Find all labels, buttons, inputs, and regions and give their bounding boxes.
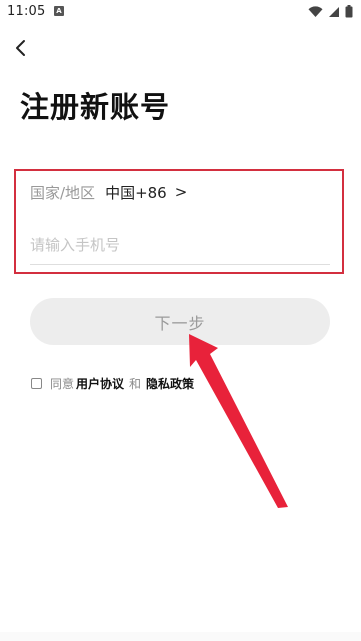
wifi-icon [308,5,323,17]
region-row[interactable]: 国家/地区 中国+86 > [30,180,187,204]
status-bar: 11:05 A [0,0,361,26]
notification-badge-icon: A [54,6,64,16]
region-label: 国家/地区 [30,183,96,202]
page-title: 注册新账号 [20,90,171,124]
pointer-arrow-shape [189,334,288,508]
status-time: 11:05 [7,4,46,19]
region-selector[interactable]: 中国+86 [105,182,167,203]
navigation-bar [0,632,361,641]
chevron-left-icon [16,40,25,56]
agreement-prefix: 同意 [50,377,75,391]
agreement-checkbox[interactable] [31,378,42,389]
agreement-row: 同意 用户协议 和 隐私政策 [31,375,196,392]
system-icons [308,5,353,18]
chevron-right-icon[interactable]: > [175,183,188,201]
battery-icon [345,5,353,18]
user-agreement-link[interactable]: 用户协议 [76,375,124,392]
phone-input[interactable] [30,226,330,265]
privacy-policy-link[interactable]: 隐私政策 [146,375,194,392]
back-button[interactable] [10,36,34,60]
next-button[interactable]: 下一步 [30,298,330,345]
signal-icon [329,6,339,17]
agreement-and: 和 [129,377,142,391]
